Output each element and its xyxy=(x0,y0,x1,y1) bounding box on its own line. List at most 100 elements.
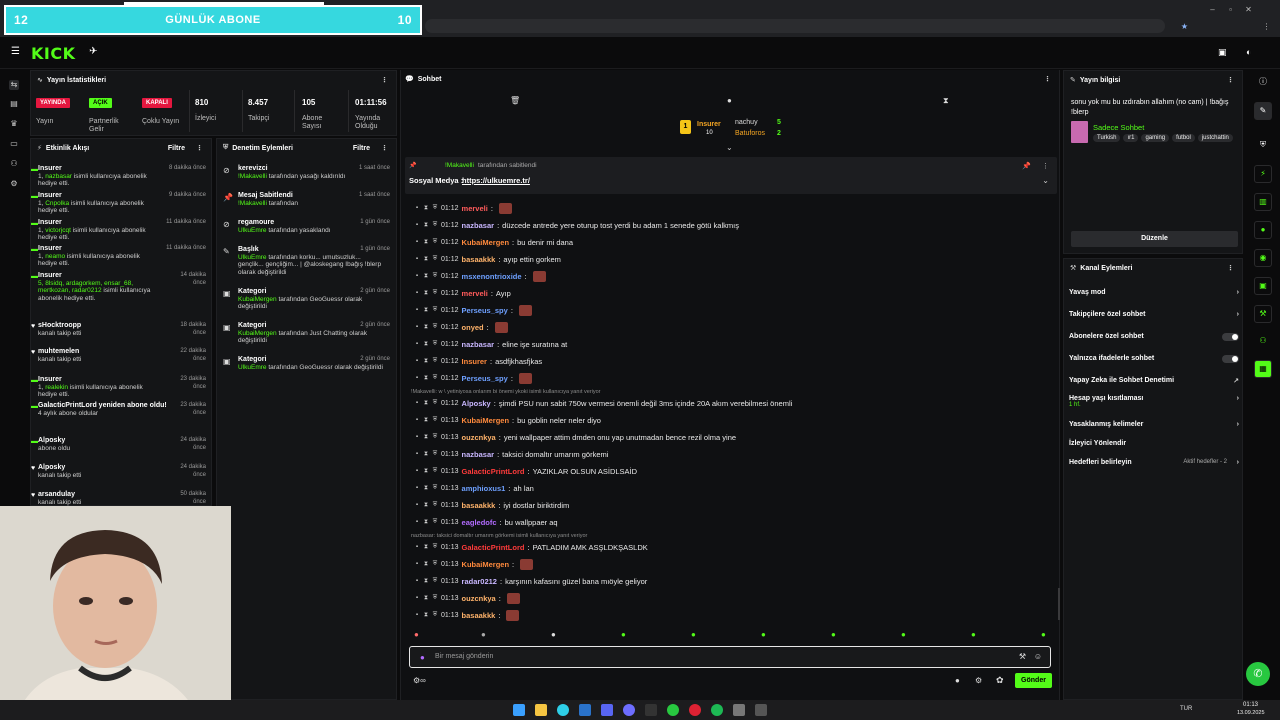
message-username[interactable]: KubaiMergen xyxy=(462,560,510,569)
timeout-icon[interactable]: ⧗ xyxy=(423,595,429,602)
close-icon[interactable]: ✕ xyxy=(1244,5,1253,14)
shield-rail-icon[interactable]: ⛨ xyxy=(1254,137,1272,155)
chat-message[interactable]: ▪ ⧗ ⛨ 01:12 msxenontrioxide: xyxy=(414,269,546,283)
chat-message[interactable]: ▪ ⧗ ⛨ 01:13 nazbasar: taksici domaltır u… xyxy=(414,447,609,461)
message-username[interactable]: nazbasar xyxy=(462,221,495,230)
moderation-filter-button[interactable]: Filtre xyxy=(353,145,370,152)
chat-message[interactable]: ▪ ⧗ ⛨ 01:12 Insurer: asdfjkhasfjkas xyxy=(414,354,542,368)
timeout-icon[interactable]: ⧗ xyxy=(423,519,429,526)
chat-message[interactable]: ▪ ⧗ ⛨ 01:12 Perseus_spy: xyxy=(414,371,532,385)
chevron-right-icon[interactable]: › xyxy=(1237,459,1239,466)
hamburger-icon[interactable]: ☰ xyxy=(11,46,20,57)
delete-message-icon[interactable]: ▪ xyxy=(414,519,420,525)
minimize-icon[interactable]: – xyxy=(1208,5,1217,14)
category-thumbnail[interactable] xyxy=(1071,121,1088,143)
delete-message-icon[interactable]: ▪ xyxy=(414,290,420,296)
chat-message[interactable]: ▪ ⧗ ⛨ 01:12 merveli: Ayıp xyxy=(414,286,511,300)
ban-user-icon[interactable]: ⛨ xyxy=(432,434,438,441)
ban-user-icon[interactable]: ⛨ xyxy=(432,519,438,526)
clock-date[interactable]: 13.09.2025 xyxy=(1237,710,1265,716)
timeout-icon[interactable]: ⧗ xyxy=(423,341,429,348)
activity-item[interactable]: ♥ muhtemelen kanalı takip etti 22 dakika… xyxy=(31,348,206,363)
message-username[interactable]: GalacticPrintLord xyxy=(462,543,525,552)
message-username[interactable]: ouzcnkya xyxy=(462,433,496,442)
channel-action-row[interactable]: Hesap yaşı kısıtlaması 1 hf. › xyxy=(1069,395,1239,408)
emote-icon[interactable]: ● xyxy=(691,630,696,639)
delete-message-icon[interactable]: ▪ xyxy=(414,485,420,491)
trash-rail-icon[interactable]: ▥ xyxy=(1254,193,1272,211)
message-username[interactable]: nazbasar xyxy=(462,450,495,459)
emote-icon[interactable]: ● xyxy=(831,630,836,639)
ban-user-icon[interactable]: ⛨ xyxy=(432,205,438,212)
delete-message-icon[interactable]: ▪ xyxy=(414,239,420,245)
delete-message-icon[interactable]: ▪ xyxy=(414,222,420,228)
chat-message[interactable]: ▪ ⧗ ⛨ 01:13 basaakkk: iyi dostlar birikt… xyxy=(414,498,569,512)
chat-message[interactable]: ▪ ⧗ ⛨ 01:13 KubaiMergen: xyxy=(414,557,534,571)
activity-item[interactable]: ▬ Alposky abone oldu 24 dakika önce xyxy=(31,437,206,452)
rail-dashboard-icon[interactable]: ⇆ xyxy=(9,80,19,90)
timeout-icon[interactable]: ⧗ xyxy=(423,273,429,280)
channel-action-row[interactable]: Yalnızca ifadelerle sohbet xyxy=(1069,355,1239,363)
ban-user-icon[interactable]: ⛨ xyxy=(432,468,438,475)
delete-message-icon[interactable]: ▪ xyxy=(414,417,420,423)
activity-item[interactable]: ▬ Insurer 1, victorjcqt isimli kullanıcı… xyxy=(31,219,206,242)
rail-trophy-icon[interactable]: ♛ xyxy=(9,119,19,129)
timeout-icon[interactable]: ⧗ xyxy=(423,375,429,382)
emote-icon[interactable]: ● xyxy=(971,630,976,639)
hourglass-icon[interactable]: ⧗ xyxy=(943,96,949,106)
start-icon[interactable] xyxy=(513,704,525,716)
send-button[interactable]: Gönder xyxy=(1015,673,1052,688)
timeout-icon[interactable]: ⧗ xyxy=(423,612,429,619)
moderation-item[interactable]: ✎ Başlık UlkuEmre tarafından korku... um… xyxy=(223,246,390,276)
chat-message[interactable]: ▪ ⧗ ⛨ 01:13 radar0212: karşının kafasını… xyxy=(414,574,647,588)
edit-button[interactable]: Düzenle xyxy=(1071,231,1238,247)
delete-message-icon[interactable]: ▪ xyxy=(414,561,420,567)
channel-action-row[interactable]: Yasaklanmış kelimeler › xyxy=(1069,421,1239,428)
profile-icon[interactable]: ◐ xyxy=(1246,47,1251,57)
delete-message-icon[interactable]: ▪ xyxy=(414,468,420,474)
ban-user-icon[interactable]: ⛨ xyxy=(432,451,438,458)
clock-time[interactable]: 01:13 xyxy=(1243,702,1258,708)
channel-action-row[interactable]: Takipçilere özel sohbet › xyxy=(1069,311,1239,318)
moderation-actor[interactable]: !Makavelli xyxy=(238,200,267,207)
tag[interactable]: gaming xyxy=(1141,134,1170,142)
emote-icon[interactable]: ● xyxy=(481,630,486,639)
ban-user-icon[interactable]: ⛨ xyxy=(432,612,438,619)
chat-message[interactable]: ▪ ⧗ ⛨ 01:12 basaakkk: ayıp ettin gorkem xyxy=(414,252,561,266)
delete-message-icon[interactable]: ▪ xyxy=(414,595,420,601)
moderation-actor[interactable]: UlkuEmre xyxy=(238,254,267,261)
delete-message-icon[interactable]: ▪ xyxy=(414,307,420,313)
channel-action-row[interactable]: Yapay Zeka ile Sohbet Denetimi ↗ xyxy=(1069,377,1239,385)
ban-user-icon[interactable]: ⛨ xyxy=(432,341,438,348)
delete-message-icon[interactable]: ▪ xyxy=(414,358,420,364)
leader-name[interactable]: nachuy xyxy=(735,119,758,126)
message-username[interactable]: onyed xyxy=(462,323,484,332)
message-username[interactable]: eagledofc xyxy=(462,518,497,527)
timeout-icon[interactable]: ⧗ xyxy=(423,578,429,585)
category-name[interactable]: Sadece Sohbet xyxy=(1093,123,1144,132)
chat-message[interactable]: ▪ ⧗ ⛨ 01:13 eagledofc: bu wallppaer aq xyxy=(414,515,558,529)
timeout-icon[interactable]: ⧗ xyxy=(423,468,429,475)
timeout-icon[interactable]: ⧗ xyxy=(423,544,429,551)
chat-message[interactable]: ▪ ⧗ ⛨ 01:13 basaakkk: xyxy=(414,608,520,622)
timeout-icon[interactable]: ⧗ xyxy=(423,205,429,212)
emote-icon[interactable]: ● xyxy=(901,630,906,639)
chevron-right-icon[interactable]: › xyxy=(1237,289,1239,296)
chat-menu-icon[interactable]: ⋮ xyxy=(1044,75,1051,83)
ban-user-icon[interactable]: ⛨ xyxy=(432,417,438,424)
activity-item[interactable]: ▬ Insurer 1, realekin isimli kullanıcıya… xyxy=(31,376,206,399)
message-username[interactable]: Perseus_spy xyxy=(462,306,508,315)
message-username[interactable]: merveli xyxy=(462,289,488,298)
ban-user-icon[interactable]: ⛨ xyxy=(432,544,438,551)
moderation-actor[interactable]: UlkuEmre xyxy=(238,364,267,371)
message-username[interactable]: nazbasar xyxy=(462,340,495,349)
ban-user-icon[interactable]: ⛨ xyxy=(432,222,438,229)
moderation-actor[interactable]: KubaiMergen xyxy=(238,330,277,337)
edit-icon[interactable]: ✎ xyxy=(1254,102,1272,120)
delete-message-icon[interactable]: ▪ xyxy=(414,400,420,406)
message-username[interactable]: KubaiMergen xyxy=(462,416,510,425)
ban-user-icon[interactable]: ⛨ xyxy=(432,485,438,492)
delete-message-icon[interactable]: ▪ xyxy=(414,324,420,330)
chevron-down-icon[interactable]: ⌄ xyxy=(726,143,733,152)
timeout-icon[interactable]: ⧗ xyxy=(423,324,429,331)
